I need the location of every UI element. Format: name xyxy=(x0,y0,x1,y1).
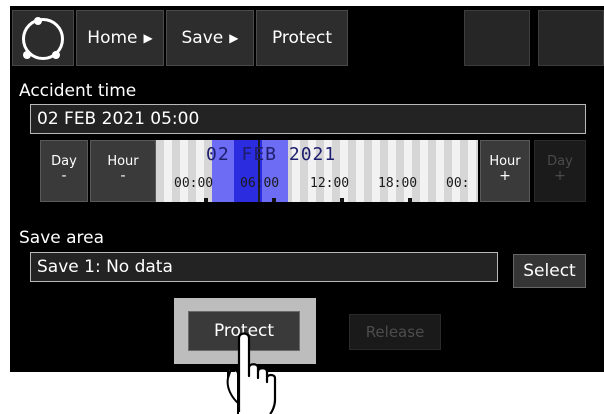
hour-minus-button[interactable]: Hour - xyxy=(90,140,156,202)
select-button[interactable]: Select xyxy=(513,254,586,288)
timeline-tick xyxy=(408,198,412,202)
menu-button[interactable] xyxy=(12,10,74,66)
top-navigation: Home ▶ Save ▶ Protect xyxy=(10,6,604,68)
breadcrumb-home[interactable]: Home ▶ xyxy=(76,10,164,66)
timeline-tick-label: 00: xyxy=(446,176,470,191)
timeline-stripe xyxy=(164,140,172,202)
timeline-stripe xyxy=(404,140,412,202)
timeline-tick xyxy=(204,198,208,202)
timeline-tick xyxy=(272,198,276,202)
accident-time-label: Accident time xyxy=(19,81,137,101)
breadcrumb-save-label: Save xyxy=(181,28,224,48)
day-plus-button[interactable]: Day + xyxy=(534,140,586,202)
timeline-tick-label: 06:00 xyxy=(240,176,280,191)
timeline-tick xyxy=(340,198,344,202)
timeline-stripe xyxy=(468,140,476,202)
minus-icon: - xyxy=(61,168,67,184)
timeline-stripe xyxy=(340,140,348,202)
release-button[interactable]: Release xyxy=(349,314,441,350)
timeline-stripe xyxy=(356,140,364,202)
logo-dot-top xyxy=(34,17,42,25)
timeline-stripe xyxy=(452,140,460,202)
blank-nav-button-1[interactable] xyxy=(464,10,530,66)
breadcrumb-protect-label: Protect xyxy=(271,28,333,48)
logo-dot-bottom-right xyxy=(52,51,60,59)
pointing-hand-icon xyxy=(226,332,277,414)
breadcrumb-protect[interactable]: Protect xyxy=(256,10,348,66)
time-scrubber[interactable]: 02 FEB 2021 00:00 06:00 12:00 18:00 00: xyxy=(156,140,478,202)
day-minus-button[interactable]: Day - xyxy=(40,140,88,202)
accident-time-field: 02 FEB 2021 05:00 xyxy=(30,104,586,134)
day-plus-label: Day xyxy=(547,154,573,169)
hour-minus-label: Hour xyxy=(107,154,139,169)
minus-icon: - xyxy=(120,168,126,184)
plus-icon: + xyxy=(554,168,566,184)
timeline-stripe xyxy=(436,140,444,202)
hour-plus-label: Hour xyxy=(489,154,521,169)
protect-screen: Home ▶ Save ▶ Protect Accident time 02 F… xyxy=(10,6,604,372)
breadcrumb-save[interactable]: Save ▶ xyxy=(166,10,254,66)
timeline-date-label: 02 FEB 2021 xyxy=(206,144,337,165)
timeline-tick-label: 00:00 xyxy=(174,176,214,191)
plus-icon: + xyxy=(499,168,511,184)
breadcrumb-arrow-icon: ▶ xyxy=(143,31,153,45)
logo-dot-bottom-left xyxy=(23,51,31,59)
timeline-stripe xyxy=(180,140,188,202)
blank-nav-button-2[interactable] xyxy=(538,10,604,66)
hour-plus-button[interactable]: Hour + xyxy=(480,140,530,202)
timeline-stripe xyxy=(420,140,428,202)
timeline-stripe xyxy=(372,140,380,202)
timeline-stripe xyxy=(388,140,396,202)
breadcrumb-home-label: Home xyxy=(87,28,138,48)
save-area-field: Save 1: No data xyxy=(30,252,498,282)
breadcrumb-arrow-icon: ▶ xyxy=(229,31,239,45)
timeline-stripe xyxy=(196,140,204,202)
day-minus-label: Day xyxy=(51,154,77,169)
save-area-label: Save area xyxy=(19,228,105,248)
timeline-tick-label: 18:00 xyxy=(378,176,418,191)
timeline-tick-label: 12:00 xyxy=(310,176,350,191)
